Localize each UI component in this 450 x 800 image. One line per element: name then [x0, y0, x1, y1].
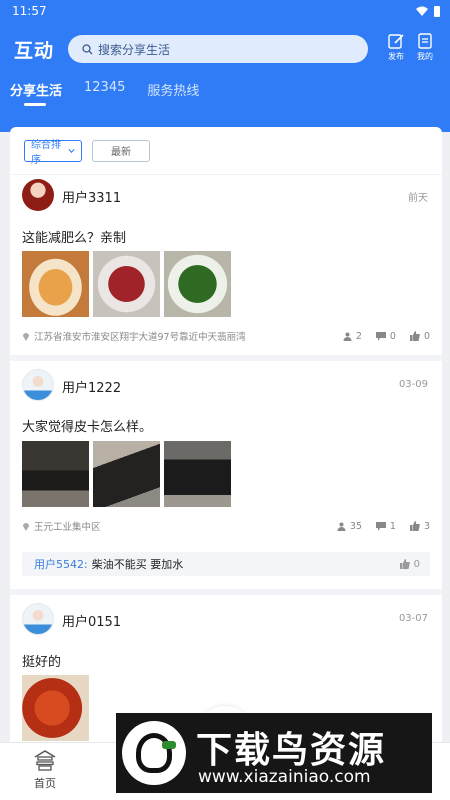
tab-bar: 分享生活 12345 服务热线: [10, 80, 199, 106]
home-icon: [34, 750, 56, 771]
battery-icon: [434, 5, 440, 17]
watermark-url: www.xiazainiao.com: [198, 767, 371, 787]
status-bar: 11:57: [0, 0, 450, 22]
mine-label: 我的: [417, 52, 433, 61]
avatar[interactable]: [22, 603, 54, 635]
comment-row[interactable]: 用户5542: 柴油不能买 要加水 0: [22, 552, 430, 576]
nav-home[interactable]: 首页: [28, 749, 62, 791]
tab-service-hotline[interactable]: 服务热线: [147, 80, 199, 106]
post-photo[interactable]: [22, 675, 89, 741]
post-meta: 江苏省淮安市淮安区翔宇大道97号靠近中天翡丽湾 2 0 0: [22, 328, 430, 344]
location: 江苏省淮安市淮安区翔宇大道97号靠近中天翡丽湾: [22, 329, 343, 343]
post-photos: [22, 251, 231, 317]
document-icon: [418, 33, 432, 49]
post-stats: 2 0 0: [343, 331, 430, 342]
wifi-icon: [416, 6, 428, 16]
location-text: 江苏省淮安市淮安区翔宇大道97号靠近中天翡丽湾: [34, 332, 246, 343]
views-count: 35: [349, 520, 362, 532]
location-text: 王元工业集中区: [34, 522, 101, 533]
post-photo[interactable]: [164, 251, 231, 317]
edit-icon: [388, 34, 404, 49]
tab-12345[interactable]: 12345: [84, 80, 125, 106]
post-photo[interactable]: [93, 251, 160, 317]
comments-count: 1: [389, 520, 396, 532]
watermark-banner: 下载鸟资源 www.xiazainiao.com: [116, 713, 432, 793]
publish-button[interactable]: 发布: [384, 32, 408, 62]
divider: [10, 355, 442, 361]
post-photo[interactable]: [93, 441, 160, 507]
post-text: 这能减肥么？亲制: [22, 231, 127, 246]
tab-share-life[interactable]: 分享生活: [10, 80, 62, 106]
publish-label: 发布: [388, 52, 404, 61]
post-date: 03-07: [398, 613, 428, 624]
search-placeholder: 搜索分享生活: [98, 42, 171, 57]
comments-stat[interactable]: 1: [375, 520, 396, 532]
divider: [10, 589, 442, 595]
comment-icon: [375, 331, 386, 341]
person-icon: [343, 332, 352, 341]
comment-icon: [375, 521, 386, 531]
comments-count: 0: [389, 330, 396, 342]
location: 王元工业集中区: [22, 519, 337, 533]
post-username[interactable]: 用户0151: [62, 611, 121, 630]
top-bar: 互动 搜索分享生活 发布 我的: [0, 32, 450, 66]
status-icons: [416, 5, 440, 17]
search-input[interactable]: 搜索分享生活: [68, 35, 368, 63]
nav-home-label: 首页: [34, 777, 56, 790]
mine-button[interactable]: 我的: [413, 32, 437, 62]
location-pin-icon: [23, 333, 29, 341]
post-stats: 35 1 3: [337, 521, 430, 532]
post-date: 前天: [408, 193, 428, 204]
avatar[interactable]: [22, 369, 54, 401]
thumbs-up-icon: [409, 331, 420, 341]
search-icon: [82, 43, 93, 54]
comment-user[interactable]: 用户5542:: [34, 556, 88, 572]
post-username[interactable]: 用户3311: [62, 187, 121, 206]
views-stat: 35: [337, 521, 362, 532]
sort-bar: 综合排序 最新: [10, 127, 442, 175]
post-text: 挺好的: [22, 655, 62, 670]
post-date: 03-09: [398, 379, 428, 390]
latest-button[interactable]: 最新: [92, 139, 150, 162]
post-photo[interactable]: [22, 251, 89, 317]
bird-logo-icon: [122, 721, 186, 785]
person-icon: [337, 522, 346, 531]
likes-stat[interactable]: 3: [409, 520, 430, 532]
thumbs-up-icon: [399, 559, 410, 569]
comment-likes-count: 0: [413, 558, 420, 570]
page-title: 互动: [14, 40, 55, 62]
post-meta: 王元工业集中区 35 1 3: [22, 518, 430, 534]
post-username[interactable]: 用户1222: [62, 377, 121, 396]
chevron-down-icon: [68, 148, 75, 153]
post-photos: [22, 675, 89, 741]
post-text: 大家觉得皮卡怎么样。: [22, 420, 153, 435]
post-photo[interactable]: [164, 441, 231, 507]
likes-count: 3: [423, 520, 430, 532]
comment-text: 柴油不能买 要加水: [91, 558, 184, 571]
views-stat: 2: [343, 331, 362, 342]
app-header: 11:57 互动 搜索分享生活 发布 我的 分享生活 12345 服务热线: [0, 0, 450, 132]
post-photos: [22, 441, 231, 507]
sort-label: 综合排序: [31, 139, 61, 166]
sort-dropdown[interactable]: 综合排序: [24, 139, 82, 166]
likes-stat[interactable]: 0: [409, 330, 430, 342]
watermark-title: 下载鸟资源: [196, 730, 387, 771]
comments-stat[interactable]: 0: [375, 330, 396, 342]
views-count: 2: [355, 330, 362, 342]
status-time: 11:57: [12, 4, 47, 18]
location-pin-icon: [23, 523, 29, 531]
comment-likes[interactable]: 0: [399, 558, 420, 570]
avatar[interactable]: [22, 179, 54, 211]
thumbs-up-icon: [409, 521, 420, 531]
feed-panel: 综合排序 最新 用户3311 前天 这能减肥么？亲制 江苏省淮安市淮安区翔宇大道…: [10, 127, 442, 742]
post-photo[interactable]: [22, 441, 89, 507]
likes-count: 0: [423, 330, 430, 342]
